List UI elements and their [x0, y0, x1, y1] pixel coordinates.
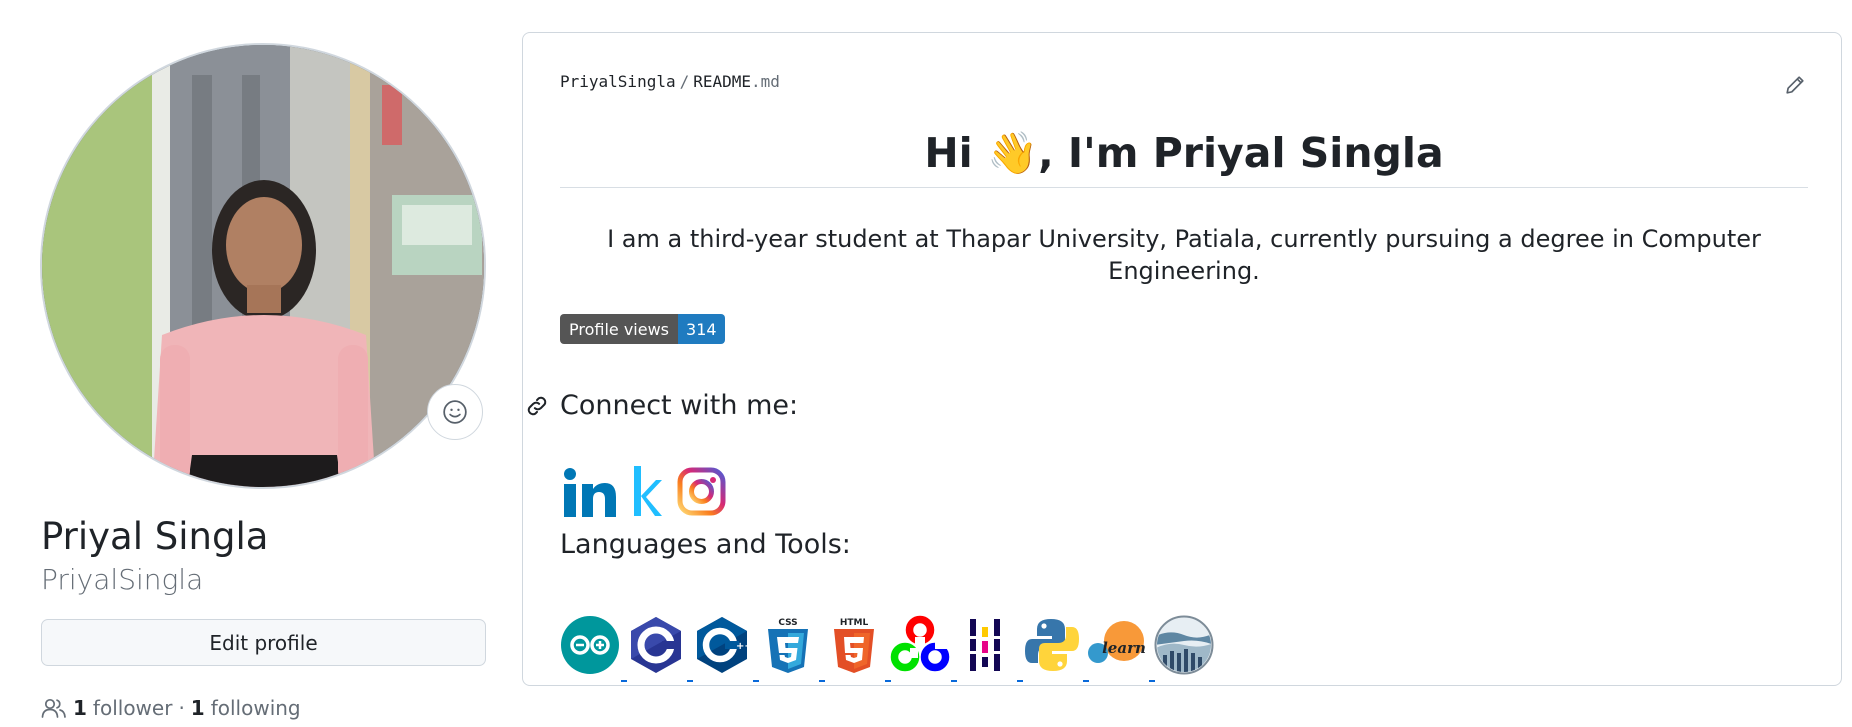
link-anchor-icon[interactable] [524, 393, 550, 419]
readme-intro: I am a third-year student at Thapar Univ… [607, 225, 1761, 285]
cplusplus-icon[interactable]: ++ [692, 615, 752, 675]
smiley-icon [443, 400, 467, 424]
views-badge-count: 314 [678, 314, 725, 344]
tool-link-underline [819, 680, 825, 682]
profile-views-badge[interactable]: Profile views 314 [560, 314, 725, 344]
svg-text:++: ++ [736, 641, 752, 652]
followers-link[interactable]: 1 follower [73, 696, 172, 720]
tool-link-underline [885, 680, 891, 682]
path-separator: / [679, 72, 690, 91]
tool-link-underline [1017, 680, 1023, 682]
linkedin-icon[interactable] [563, 461, 617, 521]
tool-link-underline [1083, 680, 1089, 682]
tool-link-underline [1149, 680, 1155, 682]
avatar-photo [42, 45, 484, 487]
followers-count: 1 [73, 696, 87, 720]
readme-filename-link[interactable]: README.md [693, 72, 780, 91]
seaborn-icon[interactable] [1154, 615, 1214, 675]
arduino-icon[interactable] [560, 615, 620, 675]
profile-avatar-wrap [40, 43, 486, 489]
tool-link-underline [687, 680, 693, 682]
profile-full-name: Priyal Singla [41, 515, 269, 558]
avatar[interactable] [40, 43, 486, 489]
tool-link-underline [753, 680, 759, 682]
html5-icon[interactable]: HTML [824, 615, 884, 675]
tool-link-underline [951, 680, 957, 682]
instagram-icon[interactable] [675, 461, 727, 521]
views-badge-label: Profile views [560, 314, 679, 344]
pandas-icon[interactable] [956, 615, 1016, 675]
follow-stats: 1 follower · 1 following [41, 694, 301, 722]
languages-heading: Languages and Tools: [560, 529, 851, 560]
scikit-learn-icon[interactable]: learn [1088, 615, 1148, 675]
edit-profile-button[interactable]: Edit profile [41, 619, 486, 666]
follow-separator: · [178, 696, 185, 720]
readme-heading: Hi 👋, I'm Priyal Singla [560, 125, 1808, 181]
scikit-learn-text: learn [1102, 639, 1146, 657]
followers-label: follower [92, 696, 173, 720]
tool-link-underline [621, 680, 627, 682]
pencil-icon [1786, 76, 1804, 94]
readme-file-base: README [693, 72, 752, 91]
connect-heading: Connect with me: [560, 390, 799, 421]
profile-username: PriyalSingla [41, 563, 204, 596]
readme-path: PriyalSingla / README.md [560, 72, 780, 91]
set-status-button[interactable] [427, 384, 483, 440]
repo-owner-link[interactable]: PriyalSingla [560, 72, 676, 91]
readme-file-ext: .md [751, 72, 780, 91]
css3-icon[interactable]: CSS [758, 615, 818, 675]
c-icon[interactable] [626, 615, 686, 675]
heading-divider [560, 187, 1808, 188]
heading-name: , I'm Priyal Singla [1038, 129, 1444, 177]
svg-text:HTML: HTML [840, 618, 869, 628]
people-icon [41, 698, 66, 718]
following-count: 1 [190, 696, 205, 720]
opencv-icon[interactable] [890, 615, 950, 675]
waving-hand-icon: 👋 [987, 129, 1039, 177]
following-link[interactable]: 1 following [191, 696, 301, 720]
edit-readme-button[interactable] [1780, 70, 1810, 100]
python-icon[interactable] [1022, 615, 1082, 675]
kaggle-icon[interactable] [631, 461, 663, 521]
heading-greeting: Hi [924, 129, 988, 177]
readme-card: PriyalSingla / README.md Hi 👋, I'm Priyal … [522, 32, 1842, 686]
svg-text:CSS: CSS [778, 618, 797, 628]
following-label: following [210, 696, 301, 720]
